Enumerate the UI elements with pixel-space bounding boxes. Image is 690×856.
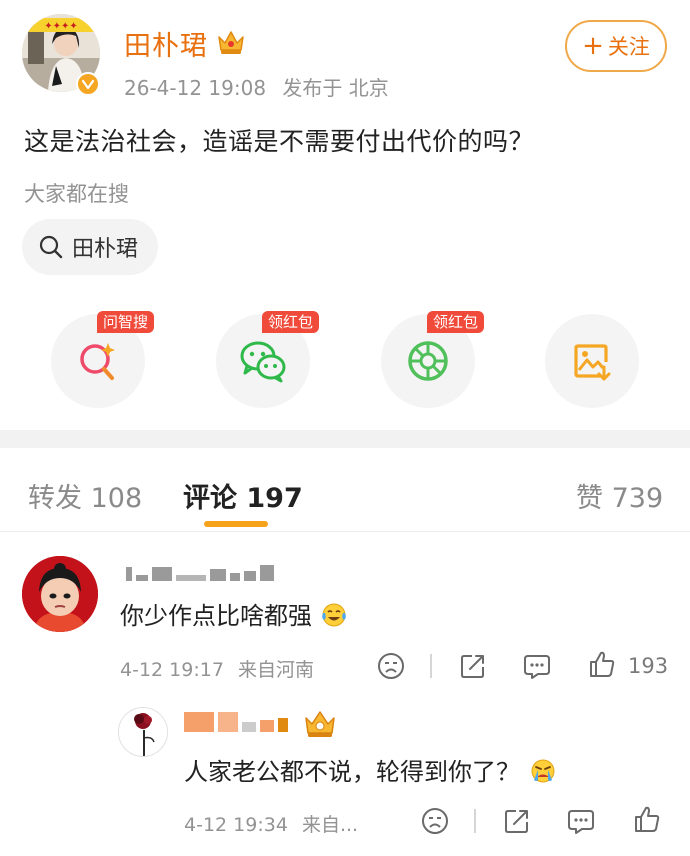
wechat-icon — [240, 341, 286, 383]
save-image-icon — [574, 344, 611, 381]
interaction-tabs: 转发 108 评论 197 赞 739 — [0, 448, 690, 532]
laugh-cry-emoji — [321, 603, 346, 627]
comment-icon[interactable] — [522, 651, 552, 681]
replier-avatar[interactable] — [118, 707, 168, 757]
like-icon[interactable] — [632, 804, 662, 834]
comment-icon[interactable] — [566, 806, 596, 836]
post-location: 发布于 北京 — [282, 76, 389, 100]
post-meta: 26-4-12 19:08 发布于 北京 — [124, 72, 399, 101]
author-name[interactable]: 田朴珺 — [124, 24, 208, 63]
plus-icon: + — [582, 31, 604, 61]
dislike-face-icon[interactable] — [376, 651, 406, 681]
commenter-avatar[interactable] — [22, 556, 98, 632]
search-icon — [39, 235, 63, 259]
comment-meta: 4-12 19:17 来自河南 — [120, 655, 314, 682]
trending-search-label: 大家都在搜 — [24, 182, 129, 206]
ai-search-button[interactable]: 问智搜 — [51, 311, 155, 408]
action-separator — [474, 809, 476, 833]
crying-emoji — [531, 759, 555, 783]
active-tab-indicator — [204, 521, 268, 527]
search-chip[interactable]: 田朴珺 — [22, 219, 159, 275]
post-text: 这是法治社会，造谣是不需要付出代价的吗？ — [24, 127, 535, 156]
crown-icon — [218, 31, 244, 54]
reply-source: 来自... — [301, 814, 359, 836]
ai-search-icon — [80, 343, 115, 380]
replier-name-redacted[interactable] — [184, 712, 288, 732]
comment-body: 你少作点比啥都强 — [120, 602, 312, 630]
share-moments-button[interactable]: 领红包 — [381, 311, 485, 408]
save-image-button[interactable] — [545, 314, 639, 408]
dislike-face-icon[interactable] — [420, 806, 450, 836]
reply-meta: 4-12 19:34 来自... — [184, 810, 358, 837]
follow-label: 关注 — [607, 35, 650, 59]
reply-text: 人家老公都不说，轮得到你了？ — [184, 752, 558, 787]
section-divider — [0, 430, 690, 448]
comment-time: 4-12 19:17 — [120, 659, 224, 681]
reply-body: 人家老公都不说，轮得到你了？ — [184, 758, 520, 786]
commenter-name-redacted[interactable] — [126, 565, 274, 581]
tab-repost[interactable]: 转发 108 — [28, 476, 142, 515]
comment-text: 你少作点比啥都强 — [120, 596, 348, 631]
author-avatar[interactable]: ✦✦✦✦ — [22, 14, 102, 98]
post-time: 26-4-12 19:08 — [124, 76, 267, 100]
verified-badge-icon — [76, 72, 100, 96]
tab-likes[interactable]: 赞 739 — [576, 476, 663, 515]
action-separator — [430, 654, 432, 678]
comment-source: 来自河南 — [237, 659, 314, 681]
repost-icon[interactable] — [502, 806, 532, 836]
like-count: 193 — [628, 654, 669, 678]
reply-time: 4-12 19:34 — [184, 814, 288, 836]
member-crown-icon — [305, 711, 335, 737]
action-tag: 领红包 — [262, 311, 320, 333]
post-card: ✦✦✦✦ 田朴珺 26-4-12 19:08 发布于 北京 + 关注 这是法治社… — [0, 0, 690, 430]
follow-button[interactable]: + 关注 — [565, 20, 667, 72]
svg-text:✦✦✦✦: ✦✦✦✦ — [44, 21, 78, 32]
share-wechat-button[interactable]: 领红包 — [216, 311, 320, 408]
repost-icon[interactable] — [458, 651, 488, 681]
action-tag: 问智搜 — [97, 311, 155, 333]
tab-comments[interactable]: 评论 197 — [183, 476, 303, 515]
search-chip-label: 田朴珺 — [72, 237, 139, 262]
moments-icon — [408, 341, 448, 381]
action-tag: 领红包 — [427, 311, 485, 333]
like-icon[interactable] — [587, 649, 617, 679]
